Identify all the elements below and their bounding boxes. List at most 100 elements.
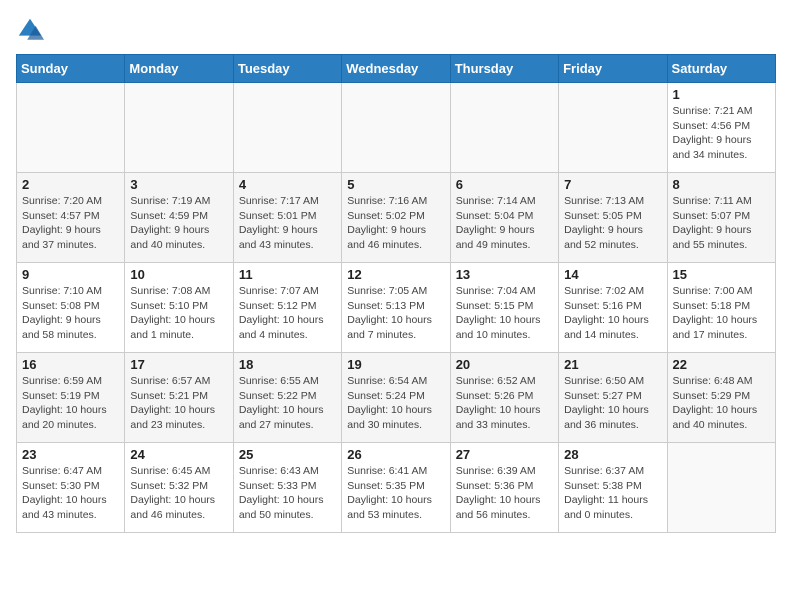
day-number: 27 (456, 447, 553, 462)
calendar-table: SundayMondayTuesdayWednesdayThursdayFrid… (16, 54, 776, 533)
day-number: 1 (673, 87, 770, 102)
day-info: Sunrise: 7:19 AM Sunset: 4:59 PM Dayligh… (130, 194, 227, 253)
weekday-header-tuesday: Tuesday (233, 55, 341, 83)
weekday-header-row: SundayMondayTuesdayWednesdayThursdayFrid… (17, 55, 776, 83)
day-info: Sunrise: 7:08 AM Sunset: 5:10 PM Dayligh… (130, 284, 227, 343)
day-info: Sunrise: 7:00 AM Sunset: 5:18 PM Dayligh… (673, 284, 770, 343)
calendar-cell: 15 Sunrise: 7:00 AM Sunset: 5:18 PM Dayli… (667, 263, 775, 353)
day-number: 10 (130, 267, 227, 282)
day-info: Sunrise: 7:21 AM Sunset: 4:56 PM Dayligh… (673, 104, 770, 163)
calendar-cell: 27 Sunrise: 6:39 AM Sunset: 5:36 PM Dayli… (450, 443, 558, 533)
day-info: Sunrise: 7:17 AM Sunset: 5:01 PM Dayligh… (239, 194, 336, 253)
weekday-header-saturday: Saturday (667, 55, 775, 83)
calendar-cell: 13 Sunrise: 7:04 AM Sunset: 5:15 PM Dayli… (450, 263, 558, 353)
day-info: Sunrise: 7:16 AM Sunset: 5:02 PM Dayligh… (347, 194, 444, 253)
calendar-cell: 6 Sunrise: 7:14 AM Sunset: 5:04 PM Daylig… (450, 173, 558, 263)
calendar-cell: 16 Sunrise: 6:59 AM Sunset: 5:19 PM Dayli… (17, 353, 125, 443)
day-number: 12 (347, 267, 444, 282)
day-info: Sunrise: 7:11 AM Sunset: 5:07 PM Dayligh… (673, 194, 770, 253)
calendar-cell: 7 Sunrise: 7:13 AM Sunset: 5:05 PM Daylig… (559, 173, 667, 263)
day-number: 8 (673, 177, 770, 192)
day-number: 11 (239, 267, 336, 282)
calendar-cell: 21 Sunrise: 6:50 AM Sunset: 5:27 PM Dayli… (559, 353, 667, 443)
calendar-week-row: 1 Sunrise: 7:21 AM Sunset: 4:56 PM Daylig… (17, 83, 776, 173)
day-number: 22 (673, 357, 770, 372)
weekday-header-thursday: Thursday (450, 55, 558, 83)
day-info: Sunrise: 6:57 AM Sunset: 5:21 PM Dayligh… (130, 374, 227, 433)
day-number: 16 (22, 357, 119, 372)
day-number: 23 (22, 447, 119, 462)
day-number: 20 (456, 357, 553, 372)
calendar-cell: 2Sunrise: 7:20 AM Sunset: 4:57 PM Daylig… (17, 173, 125, 263)
day-info: Sunrise: 6:59 AM Sunset: 5:19 PM Dayligh… (22, 374, 119, 433)
calendar-cell (125, 83, 233, 173)
calendar-cell (17, 83, 125, 173)
day-number: 26 (347, 447, 444, 462)
day-number: 4 (239, 177, 336, 192)
day-info: Sunrise: 7:13 AM Sunset: 5:05 PM Dayligh… (564, 194, 661, 253)
day-number: 9 (22, 267, 119, 282)
day-number: 2 (22, 177, 119, 192)
day-number: 17 (130, 357, 227, 372)
weekday-header-monday: Monday (125, 55, 233, 83)
calendar-week-row: 9 Sunrise: 7:10 AM Sunset: 5:08 PM Daylig… (17, 263, 776, 353)
day-number: 21 (564, 357, 661, 372)
day-info: Sunrise: 7:04 AM Sunset: 5:15 PM Dayligh… (456, 284, 553, 343)
calendar-cell: 5Sunrise: 7:16 AM Sunset: 5:02 PM Daylig… (342, 173, 450, 263)
calendar-cell: 3 Sunrise: 7:19 AM Sunset: 4:59 PM Daylig… (125, 173, 233, 263)
day-info: Sunrise: 6:41 AM Sunset: 5:35 PM Dayligh… (347, 464, 444, 523)
calendar-cell: 20 Sunrise: 6:52 AM Sunset: 5:26 PM Dayli… (450, 353, 558, 443)
calendar-cell: 26 Sunrise: 6:41 AM Sunset: 5:35 PM Dayli… (342, 443, 450, 533)
day-info: Sunrise: 6:50 AM Sunset: 5:27 PM Dayligh… (564, 374, 661, 433)
calendar-cell: 1 Sunrise: 7:21 AM Sunset: 4:56 PM Daylig… (667, 83, 775, 173)
calendar-cell (233, 83, 341, 173)
calendar-cell (559, 83, 667, 173)
calendar-week-row: 16 Sunrise: 6:59 AM Sunset: 5:19 PM Dayli… (17, 353, 776, 443)
weekday-header-sunday: Sunday (17, 55, 125, 83)
day-number: 24 (130, 447, 227, 462)
calendar-cell: 8 Sunrise: 7:11 AM Sunset: 5:07 PM Daylig… (667, 173, 775, 263)
day-number: 15 (673, 267, 770, 282)
weekday-header-wednesday: Wednesday (342, 55, 450, 83)
calendar-cell: 9 Sunrise: 7:10 AM Sunset: 5:08 PM Daylig… (17, 263, 125, 353)
calendar-cell: 18 Sunrise: 6:55 AM Sunset: 5:22 PM Dayli… (233, 353, 341, 443)
calendar-week-row: 2Sunrise: 7:20 AM Sunset: 4:57 PM Daylig… (17, 173, 776, 263)
day-info: Sunrise: 6:37 AM Sunset: 5:38 PM Dayligh… (564, 464, 661, 523)
day-info: Sunrise: 6:52 AM Sunset: 5:26 PM Dayligh… (456, 374, 553, 433)
day-number: 19 (347, 357, 444, 372)
calendar-cell: 24 Sunrise: 6:45 AM Sunset: 5:32 PM Dayli… (125, 443, 233, 533)
calendar-cell: 14 Sunrise: 7:02 AM Sunset: 5:16 PM Dayli… (559, 263, 667, 353)
day-number: 18 (239, 357, 336, 372)
calendar-cell (667, 443, 775, 533)
day-info: Sunrise: 6:39 AM Sunset: 5:36 PM Dayligh… (456, 464, 553, 523)
day-info: Sunrise: 7:14 AM Sunset: 5:04 PM Dayligh… (456, 194, 553, 253)
calendar-cell: 23Sunrise: 6:47 AM Sunset: 5:30 PM Dayli… (17, 443, 125, 533)
calendar-cell: 17 Sunrise: 6:57 AM Sunset: 5:21 PM Dayli… (125, 353, 233, 443)
day-number: 28 (564, 447, 661, 462)
calendar-cell: 12 Sunrise: 7:05 AM Sunset: 5:13 PM Dayli… (342, 263, 450, 353)
logo (16, 16, 48, 44)
day-number: 3 (130, 177, 227, 192)
day-info: Sunrise: 7:05 AM Sunset: 5:13 PM Dayligh… (347, 284, 444, 343)
day-info: Sunrise: 6:55 AM Sunset: 5:22 PM Dayligh… (239, 374, 336, 433)
page-header (16, 16, 776, 44)
day-info: Sunrise: 7:02 AM Sunset: 5:16 PM Dayligh… (564, 284, 661, 343)
calendar-week-row: 23Sunrise: 6:47 AM Sunset: 5:30 PM Dayli… (17, 443, 776, 533)
day-number: 6 (456, 177, 553, 192)
day-info: Sunrise: 6:48 AM Sunset: 5:29 PM Dayligh… (673, 374, 770, 433)
calendar-cell: 4 Sunrise: 7:17 AM Sunset: 5:01 PM Daylig… (233, 173, 341, 263)
day-number: 14 (564, 267, 661, 282)
logo-icon (16, 16, 44, 44)
day-info: Sunrise: 6:45 AM Sunset: 5:32 PM Dayligh… (130, 464, 227, 523)
day-info: Sunrise: 6:43 AM Sunset: 5:33 PM Dayligh… (239, 464, 336, 523)
calendar-cell: 28 Sunrise: 6:37 AM Sunset: 5:38 PM Dayli… (559, 443, 667, 533)
day-number: 7 (564, 177, 661, 192)
day-info: Sunrise: 7:10 AM Sunset: 5:08 PM Dayligh… (22, 284, 119, 343)
calendar-cell: 10 Sunrise: 7:08 AM Sunset: 5:10 PM Dayli… (125, 263, 233, 353)
day-number: 13 (456, 267, 553, 282)
calendar-cell: 25Sunrise: 6:43 AM Sunset: 5:33 PM Dayli… (233, 443, 341, 533)
calendar-cell (450, 83, 558, 173)
calendar-cell: 11 Sunrise: 7:07 AM Sunset: 5:12 PM Dayli… (233, 263, 341, 353)
day-info: Sunrise: 7:07 AM Sunset: 5:12 PM Dayligh… (239, 284, 336, 343)
weekday-header-friday: Friday (559, 55, 667, 83)
